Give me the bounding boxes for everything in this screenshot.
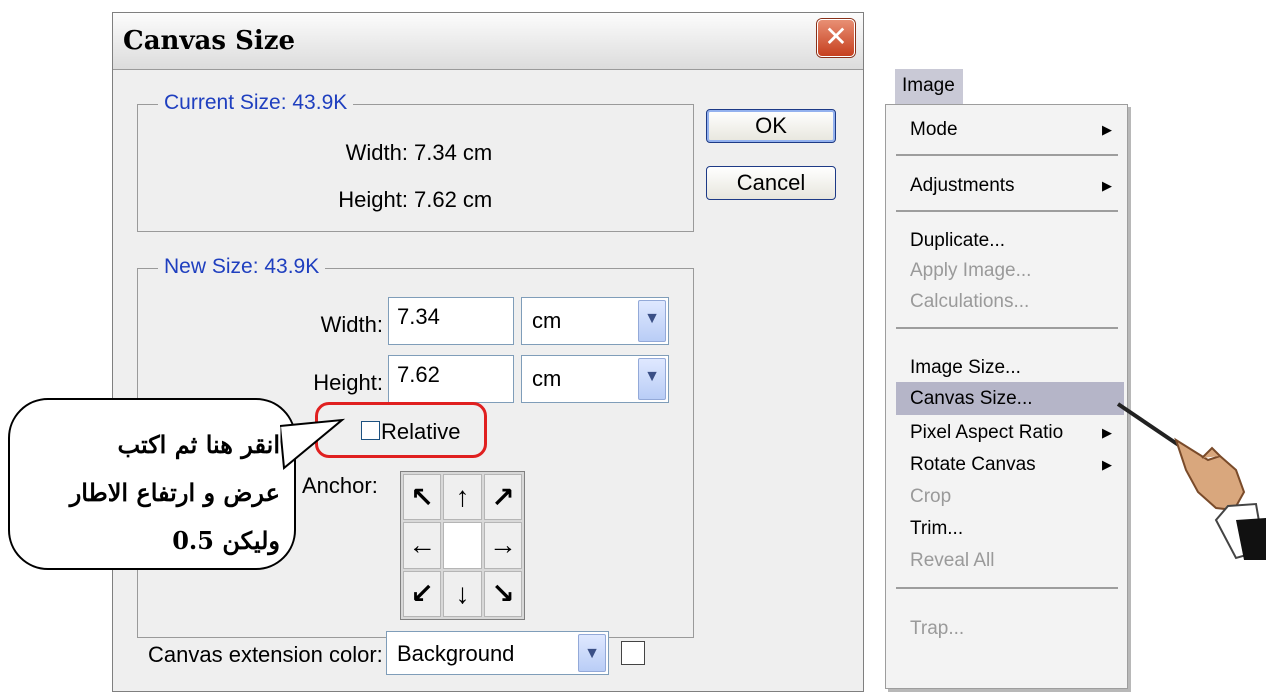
width-unit-value: cm xyxy=(532,308,562,333)
anchor-top-left[interactable]: ↖ xyxy=(403,474,442,521)
canvas-size-dialog: Canvas Size ✕ Current Size: 43.9K Width:… xyxy=(112,12,864,692)
anchor-bottom-left[interactable]: ↙ xyxy=(403,570,442,617)
image-menu-title[interactable]: Image xyxy=(895,69,963,104)
anchor-grid: ↖ ↑ ↗ ← → ↙ ↓ ↘ xyxy=(400,471,525,620)
menu-item-trim[interactable]: Trim... xyxy=(896,512,1116,545)
extension-color-swatch[interactable] xyxy=(621,641,645,665)
ok-label: OK xyxy=(755,113,787,138)
current-width-label: Width: xyxy=(345,140,408,165)
new-size-legend: New Size: 43.9K xyxy=(158,255,326,279)
new-height-value: 7.62 xyxy=(397,362,440,387)
callout-line-1: انقر هنا ثم اكتب xyxy=(117,430,280,459)
menu-item-label: Reveal All xyxy=(910,550,995,571)
callout-line-3: وليكن 0.5 xyxy=(172,526,280,555)
chevron-down-icon[interactable]: ▼ xyxy=(638,358,666,400)
menu-item-trap: Trap... xyxy=(896,612,1116,645)
menu-item-label: Calculations... xyxy=(910,291,1030,312)
submenu-arrow-icon: ▶ xyxy=(1102,457,1112,472)
menu-separator xyxy=(896,154,1118,156)
submenu-arrow-icon: ▶ xyxy=(1102,122,1112,137)
cancel-button[interactable]: Cancel xyxy=(706,166,836,200)
new-width-label: Width: xyxy=(320,312,383,337)
menu-item-label: Duplicate... xyxy=(910,230,1006,251)
anchor-top-right[interactable]: ↗ xyxy=(483,474,522,521)
anchor-center[interactable] xyxy=(443,522,482,569)
pointing-hand-icon xyxy=(1116,402,1266,560)
current-size-legend: Current Size: 43.9K xyxy=(158,91,354,115)
menu-item-image-size[interactable]: Image Size... xyxy=(896,351,1116,384)
menu-item-label: Canvas Size... xyxy=(910,388,1033,409)
menu-item-label: Mode xyxy=(910,119,958,140)
menu-item-label: Trap... xyxy=(910,618,965,639)
dialog-titlebar[interactable]: Canvas Size ✕ xyxy=(113,13,863,70)
instruction-callout: انقر هنا ثم اكتب عرض و ارتفاع الاطار ولي… xyxy=(8,398,296,570)
anchor-bottom[interactable]: ↓ xyxy=(443,570,482,617)
menu-item-rotate-canvas[interactable]: Rotate Canvas ▶ xyxy=(896,448,1116,481)
ok-button[interactable]: OK xyxy=(706,109,836,143)
menu-item-label: Trim... xyxy=(910,518,964,539)
anchor-top[interactable]: ↑ xyxy=(443,474,482,521)
menu-item-label: Pixel Aspect Ratio xyxy=(910,422,1064,443)
anchor-bottom-right[interactable]: ↘ xyxy=(483,570,522,617)
image-menu-label: Image xyxy=(902,75,955,96)
close-button[interactable]: ✕ xyxy=(817,19,855,57)
current-width-value: 7.34 cm xyxy=(414,140,493,165)
menu-item-label: Rotate Canvas xyxy=(910,454,1036,475)
anchor-right[interactable]: → xyxy=(483,522,522,569)
dialog-title: Canvas Size xyxy=(123,26,296,56)
current-height-label: Height: xyxy=(338,187,408,212)
close-icon: ✕ xyxy=(824,21,848,52)
menu-item-label: Crop xyxy=(910,486,952,507)
menu-separator xyxy=(896,327,1118,329)
new-width-value: 7.34 xyxy=(397,304,440,329)
new-height-label: Height: xyxy=(313,370,383,395)
menu-item-crop: Crop xyxy=(896,480,1116,513)
extension-color-value: Background xyxy=(397,641,515,666)
width-unit-select[interactable]: cm ▼ xyxy=(521,297,669,345)
callout-tail xyxy=(280,418,346,470)
menu-item-mode[interactable]: Mode ▶ xyxy=(896,113,1116,146)
callout-line-2: عرض و ارتفاع الاطار xyxy=(69,478,280,507)
menu-item-canvas-size[interactable]: Canvas Size... xyxy=(896,382,1124,415)
relative-checkbox[interactable] xyxy=(361,421,380,440)
menu-item-label: Image Size... xyxy=(910,357,1021,378)
cancel-label: Cancel xyxy=(736,170,806,195)
menu-item-label: Apply Image... xyxy=(910,260,1032,281)
chevron-down-icon[interactable]: ▼ xyxy=(638,300,666,342)
image-menu: Mode ▶ Adjustments ▶ Duplicate... Apply … xyxy=(885,104,1128,689)
menu-item-calculations: Calculations... xyxy=(896,285,1116,318)
menu-item-duplicate[interactable]: Duplicate... xyxy=(896,224,1116,257)
chevron-down-icon[interactable]: ▼ xyxy=(578,634,606,672)
submenu-arrow-icon: ▶ xyxy=(1102,425,1112,440)
current-height-value: 7.62 cm xyxy=(414,187,493,212)
new-width-input[interactable]: 7.34 xyxy=(388,297,514,345)
menu-item-reveal-all: Reveal All xyxy=(896,544,1116,577)
extension-color-label: Canvas extension color: xyxy=(148,642,383,667)
submenu-arrow-icon: ▶ xyxy=(1102,178,1112,193)
menu-item-pixel-aspect-ratio[interactable]: Pixel Aspect Ratio ▶ xyxy=(896,416,1116,449)
menu-item-label: Adjustments xyxy=(910,175,1015,196)
menu-item-apply-image: Apply Image... xyxy=(896,254,1116,287)
extension-color-select[interactable]: Background ▼ xyxy=(386,631,609,675)
new-height-input[interactable]: 7.62 xyxy=(388,355,514,403)
menu-item-adjustments[interactable]: Adjustments ▶ xyxy=(896,169,1116,202)
menu-separator xyxy=(896,210,1118,212)
relative-label[interactable]: Relative xyxy=(381,419,460,445)
current-size-group: Current Size: 43.9K Width: 7.34 cm Heigh… xyxy=(137,91,694,232)
menu-separator xyxy=(896,587,1118,589)
height-unit-select[interactable]: cm ▼ xyxy=(521,355,669,403)
height-unit-value: cm xyxy=(532,366,562,391)
anchor-left[interactable]: ← xyxy=(403,522,442,569)
